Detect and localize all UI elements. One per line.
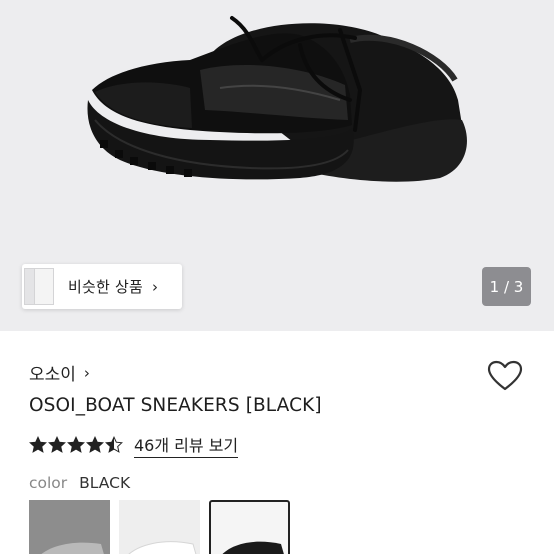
star-icon xyxy=(105,436,123,453)
star-icon xyxy=(29,436,47,453)
similar-products-button[interactable]: 비슷한 상품 › xyxy=(22,264,182,309)
star-icon xyxy=(48,436,66,453)
swatch-white-thumbnail xyxy=(128,541,197,554)
review-link[interactable]: 46개 리뷰 보기 xyxy=(134,432,239,458)
chevron-right-icon: › xyxy=(151,277,158,296)
heart-icon[interactable] xyxy=(487,360,523,392)
rating-row: 46개 리뷰 보기 xyxy=(29,432,239,458)
color-swatches xyxy=(29,500,299,554)
star-icon xyxy=(86,436,104,453)
swatch-gray-thumbnail xyxy=(41,542,104,554)
similar-products-label: 비슷한 상품 xyxy=(68,278,143,296)
star-rating xyxy=(29,436,124,454)
color-value: BLACK xyxy=(79,474,131,492)
brand-link[interactable]: 오소이 › xyxy=(29,360,90,386)
swatch-black-thumbnail xyxy=(222,541,284,554)
brand-name: 오소이 xyxy=(29,365,76,385)
star-icon xyxy=(67,436,85,453)
similar-thumbnail xyxy=(34,268,54,305)
color-option-row: color BLACK xyxy=(29,474,130,492)
swatch-gray[interactable] xyxy=(29,500,110,554)
similar-thumbnails xyxy=(22,264,54,309)
swatch-black[interactable] xyxy=(209,500,290,554)
swatch-white[interactable] xyxy=(119,500,200,554)
chevron-right-icon: › xyxy=(83,363,90,382)
color-key: color xyxy=(29,474,68,492)
product-image-gallery[interactable]: 비슷한 상품 › 1 / 3 xyxy=(0,0,554,331)
product-title: OSOI_BOAT SNEAKERS [BLACK] xyxy=(29,395,322,416)
image-pager-indicator: 1 / 3 xyxy=(482,267,531,306)
pager-text: 1 / 3 xyxy=(489,277,524,296)
